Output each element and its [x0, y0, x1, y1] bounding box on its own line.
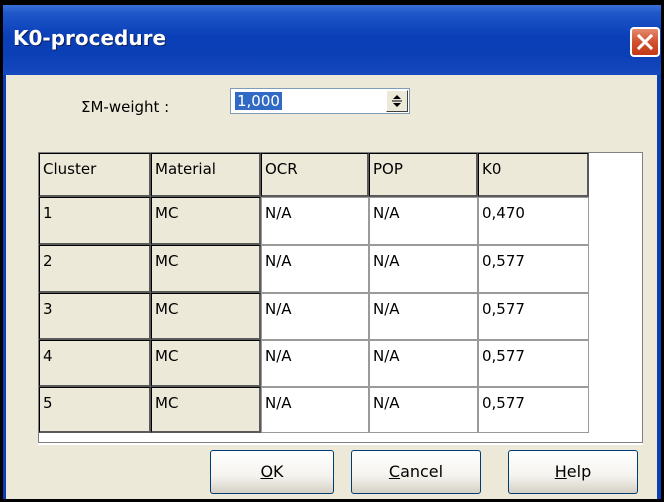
- spin-arrows-icon: [392, 95, 402, 107]
- cell-cluster[interactable]: 5: [39, 387, 151, 433]
- help-button[interactable]: Help: [508, 450, 638, 494]
- column-header-pop[interactable]: POP: [369, 153, 478, 197]
- k0-procedure-dialog: K0-procedure ΣM-weight : 1,000 Cluster Ma…: [3, 5, 661, 499]
- close-button[interactable]: [630, 27, 660, 57]
- column-header-ocr[interactable]: OCR: [261, 153, 369, 197]
- cancel-button[interactable]: Cancel: [351, 450, 481, 494]
- cell-k0[interactable]: 0,470: [478, 197, 589, 245]
- spin-button[interactable]: [386, 90, 408, 112]
- k0-table[interactable]: Cluster Material OCR POP K0 1 MC N/A N/A 0,470 2 MC…: [38, 152, 643, 443]
- cell-cluster[interactable]: 1: [39, 197, 151, 245]
- cell-ocr[interactable]: N/A: [261, 340, 369, 387]
- cell-k0[interactable]: 0,577: [478, 293, 589, 340]
- cell-material[interactable]: MC: [151, 387, 261, 433]
- cell-material[interactable]: MC: [151, 340, 261, 387]
- cell-pop[interactable]: N/A: [369, 340, 478, 387]
- cell-k0[interactable]: 0,577: [478, 245, 589, 293]
- cell-material[interactable]: MC: [151, 293, 261, 340]
- m-weight-spinbox[interactable]: 1,000: [230, 88, 410, 114]
- cell-ocr[interactable]: N/A: [261, 387, 369, 433]
- ok-button[interactable]: OK: [210, 450, 334, 494]
- m-weight-label: ΣM-weight :: [81, 98, 170, 116]
- cell-pop[interactable]: N/A: [369, 245, 478, 293]
- cell-ocr[interactable]: N/A: [261, 293, 369, 340]
- window-title: K0-procedure: [13, 26, 167, 50]
- cell-material[interactable]: MC: [151, 245, 261, 293]
- column-header-cluster[interactable]: Cluster: [39, 153, 151, 197]
- cell-cluster[interactable]: 2: [39, 245, 151, 293]
- cell-pop[interactable]: N/A: [369, 197, 478, 245]
- cell-material[interactable]: MC: [151, 197, 261, 245]
- dialog-body: ΣM-weight : 1,000 Cluster Material OCR POP K…: [3, 75, 661, 499]
- cell-cluster[interactable]: 4: [39, 340, 151, 387]
- cell-k0[interactable]: 0,577: [478, 340, 589, 387]
- cell-ocr[interactable]: N/A: [261, 197, 369, 245]
- title-bar[interactable]: K0-procedure: [3, 5, 661, 75]
- m-weight-value[interactable]: 1,000: [235, 92, 282, 110]
- cell-cluster[interactable]: 3: [39, 293, 151, 340]
- cell-ocr[interactable]: N/A: [261, 245, 369, 293]
- column-header-material[interactable]: Material: [151, 153, 261, 197]
- close-icon: [636, 33, 654, 51]
- cell-k0[interactable]: 0,577: [478, 387, 589, 433]
- cell-pop[interactable]: N/A: [369, 293, 478, 340]
- cell-pop[interactable]: N/A: [369, 387, 478, 433]
- column-header-k0[interactable]: K0: [478, 153, 589, 197]
